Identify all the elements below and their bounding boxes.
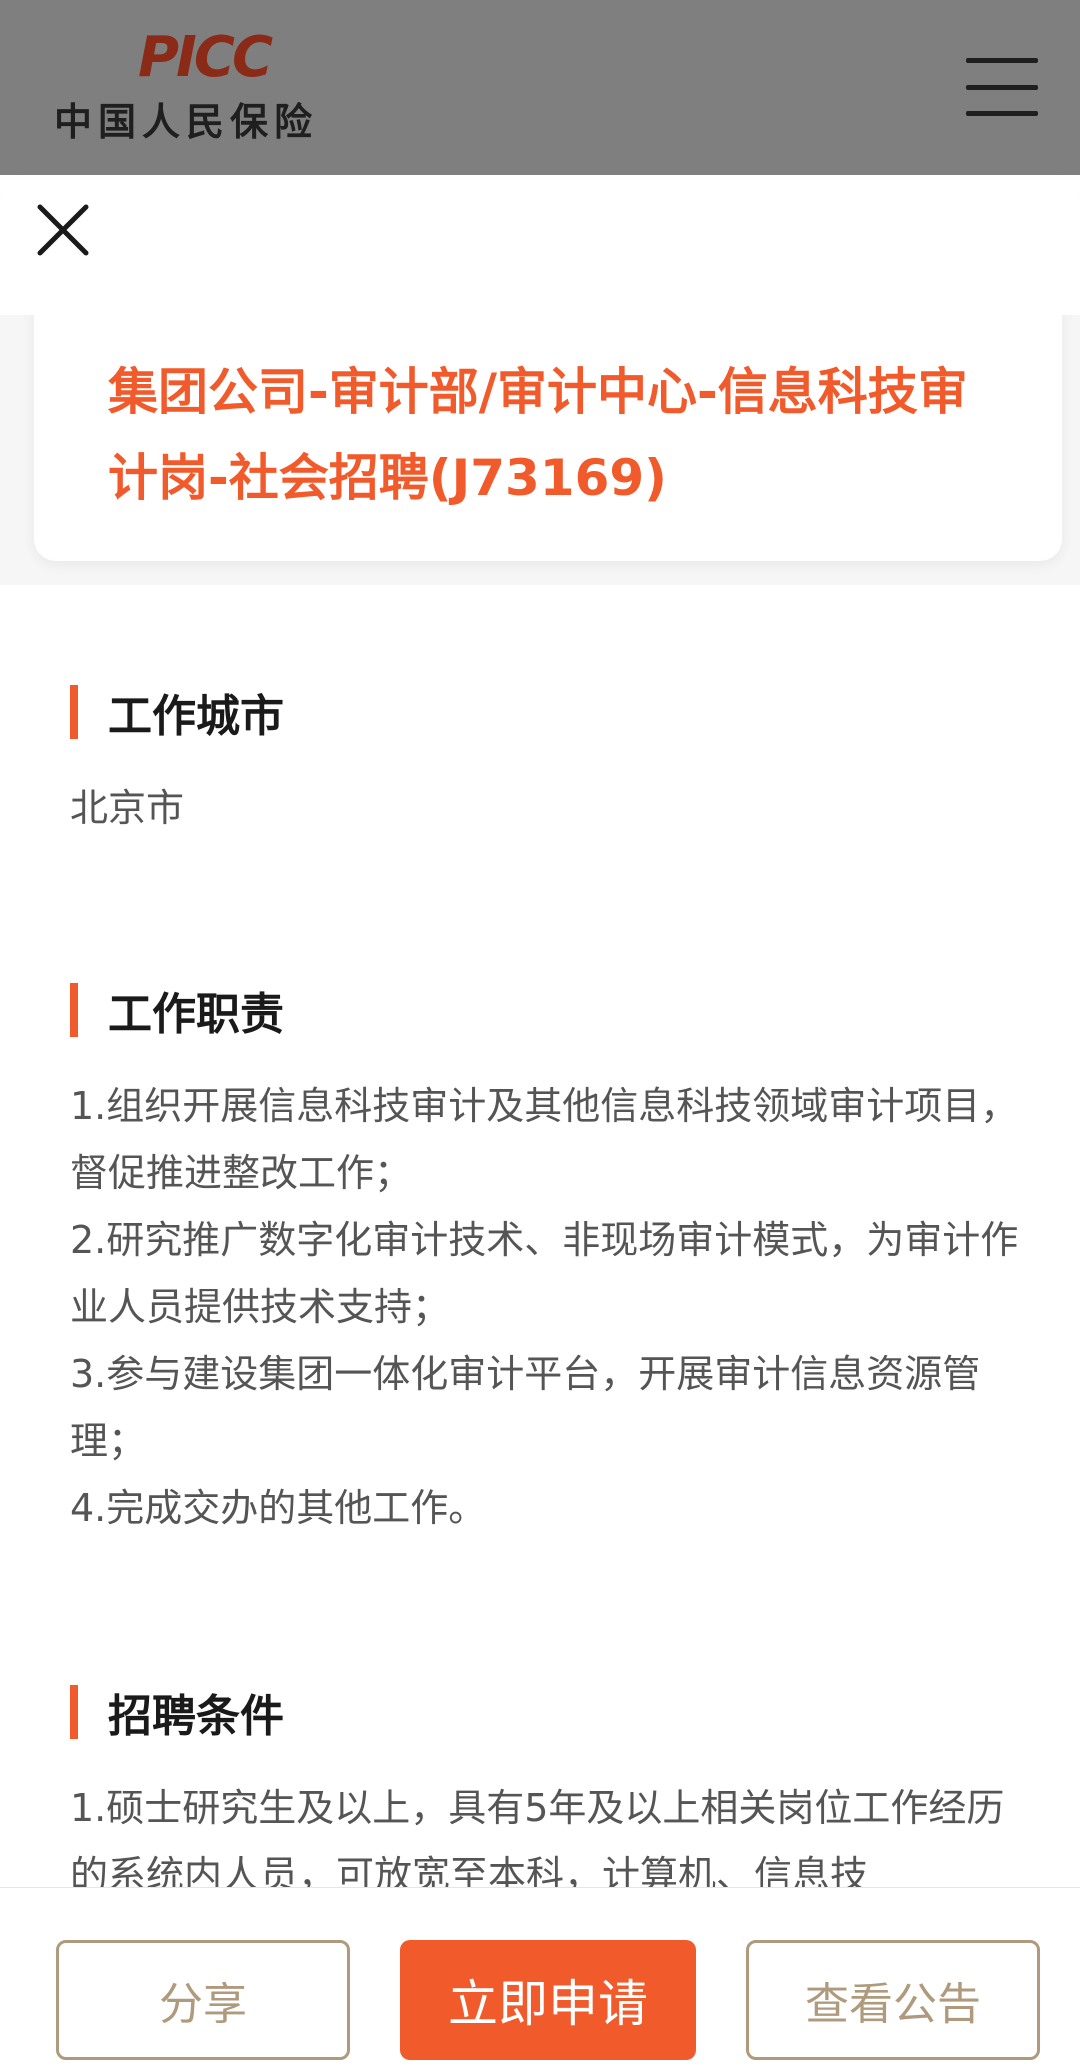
section-head: 招聘条件 [70, 1685, 1020, 1742]
section-responsibilities: 工作职责 1.组织开展信息科技审计及其他信息科技领域审计项目，督促推进整改工作；… [70, 983, 1020, 1542]
section-accent-bar [70, 685, 78, 739]
picc-logo[interactable]: PICC 中国人民保险 [54, 30, 354, 145]
section-body: 1.硕士研究生及以上，具有5年及以上相关岗位工作经历的系统内人员，可放宽至本科，… [70, 1775, 1020, 1887]
section-title: 工作职责 [108, 989, 284, 1040]
section-accent-bar [70, 983, 78, 1037]
section-line: 1.硕士研究生及以上，具有5年及以上相关岗位工作经历的系统内人员，可放宽至本科，… [70, 1786, 1005, 1887]
hamburger-menu-icon[interactable] [966, 58, 1038, 116]
sheet-topbar [0, 175, 1080, 315]
title-card: 集团公司-审计部/审计中心-信息科技审计岗-社会招聘(J73169) [34, 315, 1062, 561]
close-icon[interactable] [34, 201, 92, 259]
job-detail-sheet: 集团公司-审计部/审计中心-信息科技审计岗-社会招聘(J73169) 工作城市 … [0, 175, 1080, 2071]
section-body: 北京市 [70, 775, 1020, 842]
section-title: 招聘条件 [108, 1691, 284, 1742]
section-head: 工作城市 [70, 685, 1020, 742]
section-line: 4.完成交办的其他工作。 [70, 1486, 487, 1530]
logo-text: 中国人民保险 [54, 100, 319, 144]
job-detail-content[interactable]: 集团公司-审计部/审计中心-信息科技审计岗-社会招聘(J73169) 工作城市 … [0, 315, 1080, 1887]
view-notice-button[interactable]: 查看公告 [746, 1940, 1040, 2060]
logo-mark: PICC [138, 25, 273, 90]
action-bar: 分享 立即申请 查看公告 [0, 1887, 1080, 2071]
job-title: 集团公司-审计部/审计中心-信息科技审计岗-社会招聘(J73169) [108, 363, 968, 507]
section-requirements: 招聘条件 1.硕士研究生及以上，具有5年及以上相关岗位工作经历的系统内人员，可放… [70, 1685, 1020, 1887]
section-head: 工作职责 [70, 983, 1020, 1040]
section-accent-bar [70, 1685, 78, 1739]
section-line: 1.组织开展信息科技审计及其他信息科技领域审计项目，督促推进整改工作； [70, 1084, 1019, 1195]
section-line: 北京市 [70, 786, 185, 830]
section-body: 1.组织开展信息科技审计及其他信息科技领域审计项目，督促推进整改工作； 2.研究… [70, 1073, 1020, 1542]
section-title: 工作城市 [108, 691, 284, 742]
site-header: PICC 中国人民保险 [0, 0, 1080, 175]
share-button[interactable]: 分享 [56, 1940, 350, 2060]
section-line: 2.研究推广数字化审计技术、非现场审计模式，为审计作业人员提供技术支持； [70, 1218, 1019, 1329]
section-line: 3.参与建设集团一体化审计平台，开展审计信息资源管理； [70, 1352, 981, 1463]
apply-now-button[interactable]: 立即申请 [400, 1940, 696, 2060]
section-work-city: 工作城市 北京市 [70, 685, 1020, 842]
